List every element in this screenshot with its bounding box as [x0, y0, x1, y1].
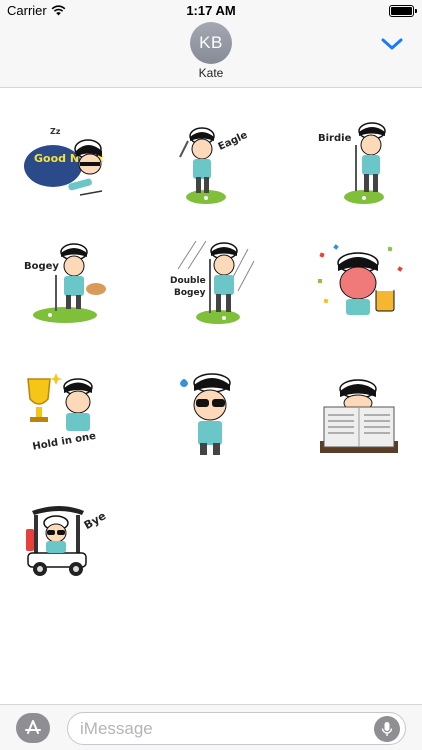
sticker-caption: Hold in one: [32, 431, 97, 453]
imessage-input[interactable]: [80, 718, 370, 740]
sticker-hole-in-one[interactable]: Hold in one: [20, 369, 110, 459]
sticker-caption: Eagle: [217, 130, 250, 153]
sticker-birdie[interactable]: Birdie: [314, 119, 404, 209]
sticker-caption: Bogey: [24, 261, 59, 272]
sleep-zz-text: Zz: [50, 127, 61, 136]
sticker-caption-line1: Double: [170, 276, 206, 286]
sticker-good-night[interactable]: Good Night Zz: [20, 119, 110, 209]
sticker-caption: Birdie: [318, 133, 352, 144]
status-bar: Carrier 1:17 AM: [0, 0, 422, 22]
contact-avatar[interactable]: KB: [190, 22, 232, 64]
sticker-reading-newspaper[interactable]: [314, 369, 404, 459]
sticker-eagle[interactable]: Eagle: [166, 119, 256, 209]
chevron-down-icon[interactable]: [380, 36, 404, 52]
dictation-button[interactable]: [374, 716, 400, 742]
sticker-bogey[interactable]: Bogey: [20, 239, 110, 329]
sticker-grid: Good Night Zz Eagle Birdie Bogey Double …: [0, 89, 422, 704]
status-time: 1:17 AM: [186, 3, 236, 18]
sticker-cheers-beer[interactable]: [314, 239, 404, 329]
sticker-caption-line2: Bogey: [174, 288, 206, 298]
app-store-icon: [25, 720, 41, 734]
sticker-caption: Bye: [82, 509, 108, 532]
sticker-bye-golf-cart[interactable]: Bye: [20, 497, 110, 587]
app-store-button[interactable]: [16, 713, 50, 743]
sticker-double-bogey[interactable]: Double Bogey: [166, 239, 256, 329]
battery-icon: [389, 5, 417, 17]
conversation-header: KB Kate: [0, 22, 422, 88]
contact-name[interactable]: Kate: [0, 66, 422, 80]
sticker-sweating-sunglasses[interactable]: [166, 369, 256, 459]
message-field: [67, 712, 406, 745]
message-input-bar: [0, 704, 422, 750]
microphone-icon: [381, 722, 393, 736]
